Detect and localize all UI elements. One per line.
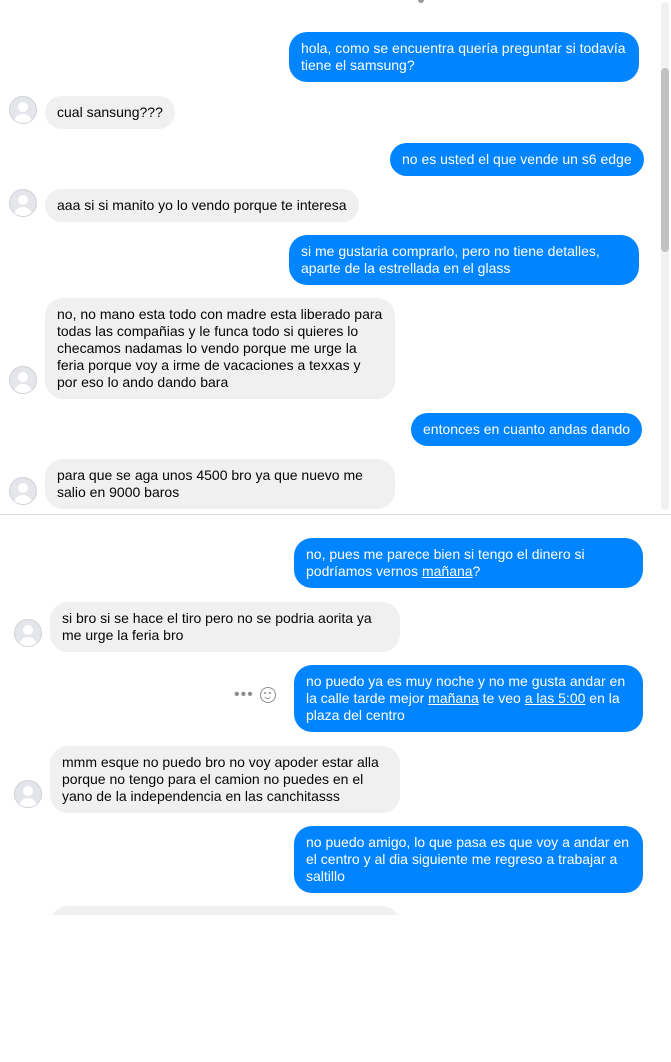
message-outgoing[interactable]: entonces en cuanto andas dando [411, 413, 643, 446]
message-incoming[interactable]: cual sansung??? [45, 96, 175, 129]
user-avatar-icon[interactable] [9, 189, 37, 217]
emoji-reaction-icon[interactable] [259, 687, 276, 703]
scrollbar[interactable] [661, 2, 669, 510]
message-outgoing[interactable]: no es usted el que vende un s6 edge [390, 143, 644, 176]
user-avatar-icon[interactable] [14, 619, 42, 647]
date-link[interactable]: mañana [428, 690, 479, 706]
date-link[interactable]: mañana [422, 563, 473, 579]
message-outgoing[interactable]: no puedo ya es muy noche y no me gusta a… [294, 665, 643, 732]
message-incoming[interactable]: aaa si si manito yo lo vendo porque te i… [45, 189, 359, 222]
user-avatar-icon[interactable] [9, 366, 37, 394]
message-outgoing[interactable]: si me gustaria comprarlo, pero no tiene … [289, 235, 639, 285]
message-incoming[interactable]: si bro si se hace el tiro pero no se pod… [50, 602, 400, 652]
message-actions: ••• [234, 685, 276, 705]
message-incoming[interactable]: mmm esque no puedo bro no voy apoder est… [50, 746, 400, 813]
message-outgoing[interactable]: no, pues me parece bien si tengo el dine… [294, 538, 643, 588]
time-link[interactable]: a las 5:00 [525, 690, 586, 706]
message-incoming-partial[interactable] [50, 906, 400, 915]
conversation-panel-bottom: no, pues me parece bien si tengo el dine… [0, 515, 671, 915]
more-options-icon[interactable]: ••• [234, 687, 254, 703]
message-incoming[interactable]: no, no mano esta todo con madre esta lib… [45, 298, 395, 399]
conversation-panel-top: hola, como se encuentra quería preguntar… [0, 0, 671, 515]
user-avatar-icon[interactable] [14, 780, 42, 808]
message-outgoing[interactable]: no puedo amigo, lo que pasa es que voy a… [294, 826, 643, 893]
scrollbar-thumb[interactable] [661, 68, 669, 252]
message-incoming[interactable]: para que se aga unos 4500 bro ya que nue… [45, 459, 395, 509]
message-outgoing[interactable]: hola, como se encuentra quería preguntar… [289, 32, 639, 82]
user-avatar-icon[interactable] [9, 96, 37, 124]
top-indicator-dot [418, 0, 424, 3]
user-avatar-icon[interactable] [9, 477, 37, 505]
